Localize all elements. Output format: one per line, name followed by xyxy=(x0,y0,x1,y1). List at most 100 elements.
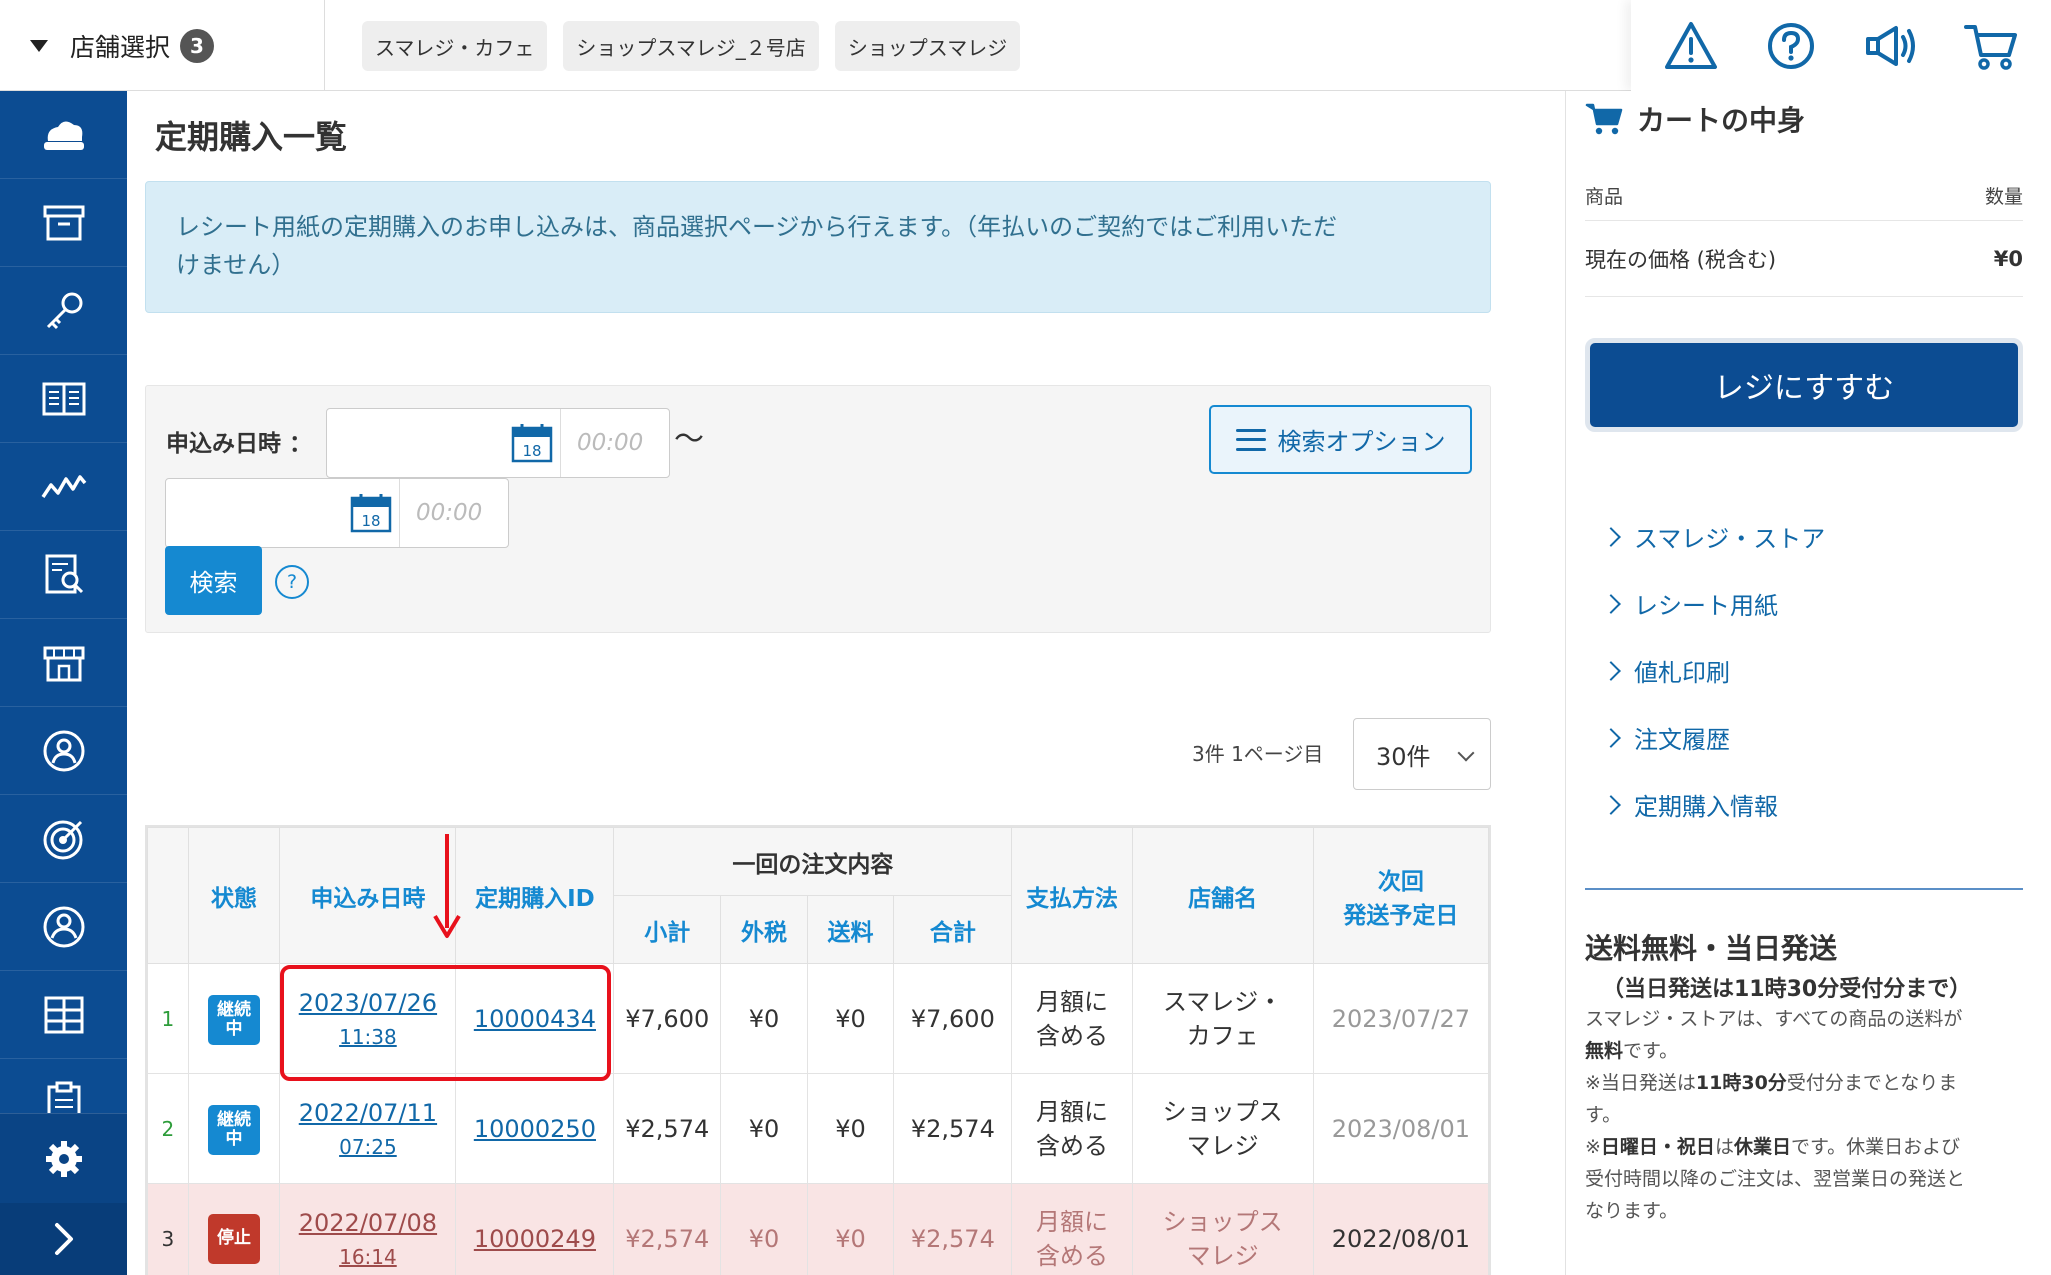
chevron-right-icon xyxy=(54,1223,73,1255)
subtotal-cell: ¥2,574 xyxy=(613,1183,722,1275)
info-alert: レシート用紙の定期購入のお申し込みは、商品選択ページから行えます。（年払いのご契… xyxy=(145,181,1491,313)
applied-time-link[interactable]: 16:14 xyxy=(280,1245,455,1269)
col-tax[interactable]: 外税 xyxy=(720,895,808,964)
link-store[interactable]: スマレジ・ストア xyxy=(1601,503,1825,570)
store-chip[interactable]: スマレジ・カフェ xyxy=(362,21,548,71)
tax-cell: ¥0 xyxy=(720,963,808,1074)
applied-date-link[interactable]: 2022/07/08 xyxy=(280,1209,455,1237)
date-from-input[interactable]: 18 00:00 xyxy=(326,408,670,478)
sidebar-item-report[interactable] xyxy=(0,531,127,619)
chevron-right-icon xyxy=(1601,794,1621,815)
help-icon[interactable]: ? xyxy=(275,565,309,599)
col-total[interactable]: 合計 xyxy=(893,895,1013,964)
chevron-right-icon xyxy=(1601,593,1621,614)
status-cell: 停止 xyxy=(187,1183,281,1275)
book-icon xyxy=(42,382,85,415)
sidebar-item-staff[interactable] xyxy=(0,883,127,971)
sidebar-item-store[interactable] xyxy=(0,619,127,707)
store-chip[interactable]: ショップスマレジ_２号店 xyxy=(563,21,819,71)
next-ship-line1: 次回 xyxy=(1377,868,1424,895)
link-receipt-paper[interactable]: レシート用紙 xyxy=(1601,570,1825,637)
per-page-select[interactable]: 30件 xyxy=(1353,718,1491,790)
store-icon xyxy=(43,646,84,681)
sidebar-item-analytics[interactable] xyxy=(0,443,127,531)
store-select-dropdown[interactable]: 店舗選択 3 xyxy=(0,0,325,91)
search-button[interactable]: 検索 xyxy=(165,546,262,615)
applied-time-link[interactable]: 07:25 xyxy=(280,1135,455,1159)
applied-date-link[interactable]: 2023/07/26 xyxy=(280,989,455,1017)
link-price-tag-print[interactable]: 値札印刷 xyxy=(1601,637,1825,704)
chevron-right-icon xyxy=(1601,727,1621,748)
sidebar-item-book[interactable] xyxy=(0,355,127,443)
chevron-right-icon xyxy=(1601,660,1621,681)
subscription-id-cell: 10000434 xyxy=(455,963,615,1074)
col-shipping[interactable]: 送料 xyxy=(806,895,895,964)
row-index: 3 xyxy=(147,1183,189,1275)
person-icon xyxy=(43,906,84,947)
applied-at-cell: 2023/07/26 11:38 xyxy=(279,963,457,1074)
megaphone-icon[interactable] xyxy=(1861,16,1921,76)
col-subscription-id[interactable]: 定期購入ID xyxy=(455,827,615,964)
col-next-ship[interactable]: 次回 発送予定日 xyxy=(1312,827,1489,964)
link-order-history[interactable]: 注文履歴 xyxy=(1601,704,1825,771)
sidebar-item-archive[interactable] xyxy=(0,179,127,267)
search-options-button[interactable]: 検索オプション xyxy=(1209,405,1472,474)
divider xyxy=(1585,888,2023,890)
pager-info: 3件 1ページ目 xyxy=(1192,742,1324,766)
checkout-button[interactable]: レジにすすむ xyxy=(1585,338,2023,432)
settings-button[interactable] xyxy=(0,1113,127,1203)
subscription-id-link[interactable]: 10000434 xyxy=(474,1005,596,1033)
col-status[interactable]: 状態 xyxy=(187,827,281,964)
tax-cell: ¥0 xyxy=(720,1183,808,1275)
col-store[interactable]: 店舗名 xyxy=(1131,827,1314,964)
col-index xyxy=(147,827,189,964)
date-to-input[interactable]: 18 00:00 xyxy=(165,478,509,548)
tax-cell: ¥0 xyxy=(720,1073,808,1184)
next-ship-cell: 2022/08/01 xyxy=(1312,1183,1489,1275)
store-chip[interactable]: ショップスマレジ xyxy=(834,21,1021,71)
time-from-input[interactable]: 00:00 xyxy=(560,409,670,477)
chevron-down-icon xyxy=(1457,744,1475,762)
cart-icon[interactable] xyxy=(1961,16,2021,76)
sidebar-item-customer[interactable] xyxy=(0,707,127,795)
shipping-cell: ¥0 xyxy=(806,1073,895,1184)
calendar-icon[interactable]: 18 xyxy=(511,423,553,463)
applied-time-link[interactable]: 11:38 xyxy=(280,1025,455,1049)
payment-cell: 月額に 含める xyxy=(1011,1073,1133,1184)
time-to-input[interactable]: 00:00 xyxy=(399,479,509,547)
help-icon[interactable] xyxy=(1761,16,1821,76)
range-tilde: 〜 xyxy=(674,422,704,457)
link-subscription-info[interactable]: 定期購入情報 xyxy=(1601,771,1825,838)
sidebar-item-apps[interactable] xyxy=(0,971,127,1059)
calendar-icon[interactable]: 18 xyxy=(350,493,392,533)
store-count-badge: 3 xyxy=(180,28,215,63)
gear-icon xyxy=(45,1140,82,1177)
total-cell: ¥2,574 xyxy=(893,1073,1013,1184)
info-text-line: レシート用紙の定期購入のお申し込みは、商品選択ページから行えます。（年払いのご契… xyxy=(176,213,1338,241)
applied-date-link[interactable]: 2022/07/11 xyxy=(280,1099,455,1127)
total-cell: ¥2,574 xyxy=(893,1183,1013,1275)
subscription-id-link[interactable]: 10000250 xyxy=(474,1115,596,1143)
page-title: 定期購入一覧 xyxy=(155,118,348,156)
sidebar-item-key[interactable] xyxy=(0,267,127,355)
table-row: 2 継続中 2022/07/11 07:25 10000250 ¥2,574 ¥0… xyxy=(147,1073,1489,1184)
cart-title: カートの中身 xyxy=(1585,99,1805,139)
subscription-id-link[interactable]: 10000249 xyxy=(474,1225,596,1253)
store-links: スマレジ・ストア レシート用紙 値札印刷 注文履歴 定期購入情報 xyxy=(1601,503,1825,838)
sidebar-item-register[interactable] xyxy=(0,91,127,179)
sidebar-expand-button[interactable] xyxy=(0,1203,127,1275)
cloud-register-icon xyxy=(43,120,84,150)
status-badge: 継続中 xyxy=(208,994,261,1045)
status-cell: 継続中 xyxy=(187,1073,281,1184)
col-payment[interactable]: 支払方法 xyxy=(1011,827,1133,964)
table-row: 1 継続中 2023/07/26 11:38 10000434 ¥7,600 ¥0… xyxy=(147,963,1489,1074)
col-subtotal[interactable]: 小計 xyxy=(613,895,722,964)
store-cell: ショップス マレジ xyxy=(1131,1183,1314,1275)
col-applied-at[interactable]: 申込み日時 xyxy=(279,827,457,964)
sidebar-item-target[interactable] xyxy=(0,795,127,883)
row-index: 2 xyxy=(147,1073,189,1184)
selected-stores: スマレジ・カフェ ショップスマレジ_２号店 ショップスマレジ xyxy=(362,21,1021,71)
chevron-right-icon xyxy=(1601,526,1621,547)
warning-icon[interactable] xyxy=(1661,16,1721,76)
subscription-id-cell: 10000250 xyxy=(455,1073,615,1184)
